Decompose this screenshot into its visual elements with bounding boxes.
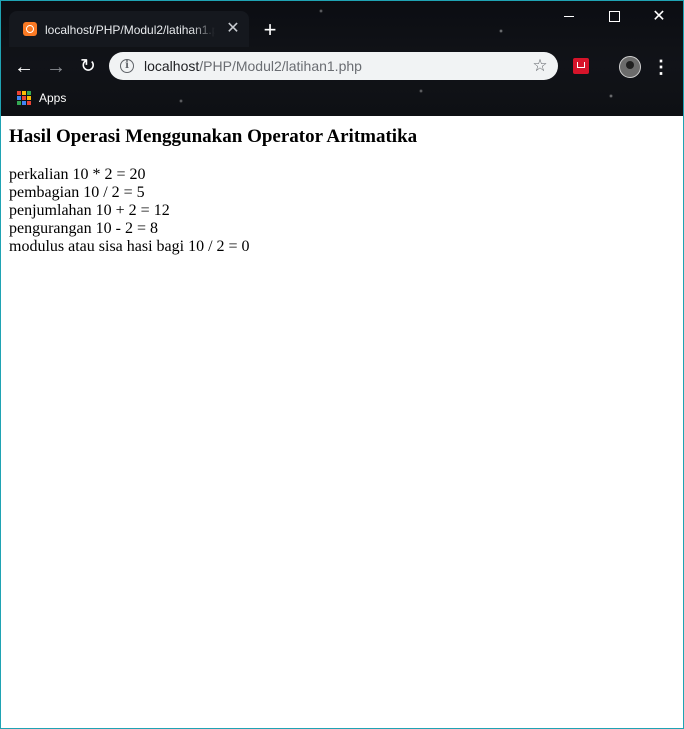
minimize-button[interactable] [547, 5, 591, 29]
apps-icon-dot [22, 101, 26, 105]
result-division: pembagian 10 / 2 = 5 [9, 184, 145, 201]
apps-icon[interactable] [17, 91, 31, 105]
forward-button[interactable]: → [43, 54, 69, 80]
url-path: /PHP/Modul2/latihan1.php [199, 58, 362, 74]
maximize-button[interactable] [592, 5, 636, 29]
profile-avatar[interactable] [619, 56, 641, 78]
apps-bookmark[interactable]: Apps [39, 90, 66, 106]
browser-chrome: localhost/PHP/Modul2/latihan1.php ✕ + ✕ … [1, 1, 683, 116]
minimize-icon [564, 16, 574, 17]
close-icon[interactable]: ✕ [223, 19, 243, 39]
apps-icon-dot [17, 101, 21, 105]
apps-icon-dot [17, 96, 21, 100]
result-modulus: modulus atau sisa hasi bagi 10 / 2 = 0 [9, 238, 250, 255]
apps-icon-dot [27, 91, 31, 95]
xampp-icon [23, 22, 37, 36]
apps-icon-dot [27, 96, 31, 100]
apps-icon-dot [22, 91, 26, 95]
maximize-icon [609, 11, 620, 22]
results-list: perkalian 10 * 2 = 20 pembagian 10 / 2 =… [9, 166, 250, 256]
address-bar[interactable]: i localhost/PHP/Modul2/latihan1.php ☆ [109, 52, 558, 80]
result-addition: penjumlahan 10 + 2 = 12 [9, 202, 170, 219]
reload-button[interactable]: ↻ [75, 54, 101, 80]
back-button[interactable]: ← [11, 54, 37, 80]
extension-icon[interactable] [573, 58, 589, 74]
result-multiplication: perkalian 10 * 2 = 20 [9, 166, 146, 183]
apps-icon-dot [17, 91, 21, 95]
browser-window: localhost/PHP/Modul2/latihan1.php ✕ + ✕ … [0, 0, 684, 729]
page-content: Hasil Operasi Menggunakan Operator Aritm… [1, 116, 683, 728]
tab-title: localhost/PHP/Modul2/latihan1.php [45, 22, 215, 38]
url-text[interactable]: localhost/PHP/Modul2/latihan1.php [144, 58, 362, 74]
apps-icon-dot [27, 101, 31, 105]
menu-icon[interactable]: ⋮ [651, 54, 671, 80]
tab-active[interactable]: localhost/PHP/Modul2/latihan1.php ✕ [9, 11, 249, 47]
url-host: localhost [144, 58, 200, 74]
window-close-button[interactable]: ✕ [637, 5, 681, 29]
result-subtraction: pengurangan 10 - 2 = 8 [9, 220, 158, 237]
star-icon[interactable]: ☆ [529, 55, 551, 77]
apps-icon-dot [22, 96, 26, 100]
page-title: Hasil Operasi Menggunakan Operator Aritm… [9, 126, 418, 147]
new-tab-button[interactable]: + [259, 19, 281, 41]
info-icon[interactable]: i [120, 59, 134, 73]
